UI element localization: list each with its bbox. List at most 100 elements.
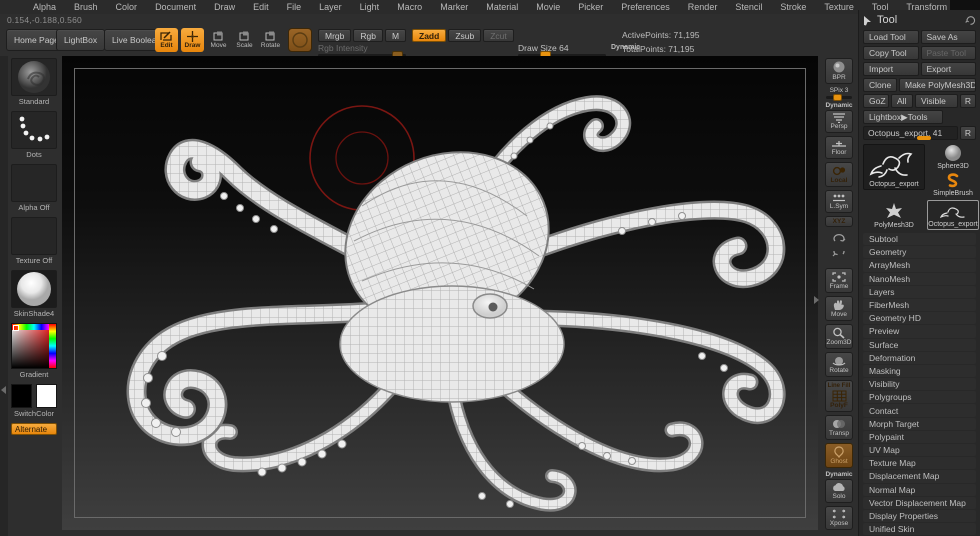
tool-section-item[interactable]: Visibility	[863, 378, 976, 391]
current-stroke[interactable]: Dots	[11, 111, 57, 159]
menu-item[interactable]: Stencil	[726, 1, 771, 13]
xyz-rotation-button[interactable]: XYZ	[825, 216, 853, 227]
left-divider-strip[interactable]	[0, 56, 8, 536]
right-divider-handle[interactable]	[814, 296, 819, 304]
copy-tool-button[interactable]: Copy Tool	[863, 46, 919, 60]
tool-section-item[interactable]: Geometry HD	[863, 312, 976, 325]
load-tool-button[interactable]: Load Tool	[863, 30, 919, 44]
paste-tool-button[interactable]: Paste Tool	[920, 46, 976, 60]
document-canvas[interactable]	[62, 56, 818, 530]
menu-item[interactable]: Material	[477, 1, 527, 13]
tool-section-item[interactable]: Display Properties	[863, 509, 976, 523]
palette-title[interactable]: Tool	[877, 14, 965, 26]
menu-item[interactable]: Picker	[569, 1, 612, 13]
current-alpha[interactable]: Alpha Off	[11, 164, 57, 212]
import-button[interactable]: Import	[863, 62, 919, 76]
lsym-button[interactable]: L.Sym	[825, 190, 853, 213]
tool-section-item[interactable]: Texture Map	[863, 457, 976, 470]
edit-button[interactable]: Edit	[155, 28, 178, 52]
tool-section-item[interactable]: Subtool	[863, 233, 976, 246]
tool-section-item[interactable]: NanoMesh	[863, 272, 976, 285]
xpose-button[interactable]: Xpose	[825, 506, 853, 530]
current-tool-thumbnail[interactable]: Octopus_export	[863, 144, 925, 190]
menu-item[interactable]: Light	[351, 1, 389, 13]
solo-button[interactable]: Solo	[825, 479, 853, 503]
tool-section-item[interactable]: Polypaint	[863, 430, 976, 443]
clone-button[interactable]: Clone	[863, 78, 897, 92]
main-color-swatch[interactable]	[11, 384, 32, 408]
spix-slider[interactable]	[826, 94, 852, 101]
zcut-button[interactable]: Zcut	[483, 29, 514, 42]
tool-item-slider[interactable]: Octopus_export. 41	[863, 126, 958, 140]
lightbox-tools-button[interactable]: Lightbox▶Tools	[863, 110, 943, 124]
z-rotation-button[interactable]	[825, 249, 853, 265]
octopus-export-tool-selected[interactable]: Octopus_export	[927, 200, 979, 230]
palette-cycle-icon[interactable]	[965, 15, 976, 26]
sphere3d-tool[interactable]: Sphere3D	[927, 144, 979, 171]
current-brush[interactable]: Standard	[11, 58, 57, 106]
tool-section-item[interactable]: Preview	[863, 325, 976, 338]
simplebrush-tool[interactable]: SimpleBrush	[927, 173, 979, 198]
tool-section-item[interactable]: Contact	[863, 404, 976, 417]
tool-section-item[interactable]: Surface	[863, 338, 976, 351]
scale-button[interactable]: Scale	[233, 28, 256, 52]
menu-item[interactable]: File	[278, 1, 311, 13]
tool-section-item[interactable]: ArrayMesh	[863, 259, 976, 272]
hue-strip-right[interactable]	[49, 324, 56, 368]
goz-visible-button[interactable]: Visible	[915, 94, 958, 108]
polyf-button[interactable]: Line Fill PolyF	[825, 380, 853, 412]
brush-preview[interactable]	[288, 28, 312, 52]
menu-item[interactable]: Macro	[388, 1, 431, 13]
y-rotation-button[interactable]	[825, 230, 853, 246]
mrgb-button[interactable]: Mrgb	[318, 29, 352, 42]
move-nav-button[interactable]: Move	[825, 296, 853, 321]
zadd-button[interactable]: Zadd	[412, 29, 447, 42]
tool-section-item[interactable]: Normal Map	[863, 483, 976, 496]
menu-item[interactable]: Edit	[244, 1, 278, 13]
m-button[interactable]: M	[384, 29, 407, 42]
menu-item[interactable]: Layer	[310, 1, 351, 13]
make-polymesh3d-button[interactable]: Make PolyMesh3D	[899, 78, 976, 92]
ghost-button[interactable]: Ghost	[825, 443, 853, 468]
rotate-button[interactable]: Rotate	[259, 28, 282, 52]
menu-item[interactable]: Brush	[65, 1, 107, 13]
menu-item[interactable]: Preferences	[612, 1, 679, 13]
goz-all-button[interactable]: All	[891, 94, 913, 108]
tool-section-item[interactable]: FiberMesh	[863, 298, 976, 312]
menu-item[interactable]: Stroke	[771, 1, 815, 13]
goz-button[interactable]: GoZ	[863, 94, 889, 108]
floor-button[interactable]: Floor	[825, 136, 853, 159]
current-material[interactable]: SkinShade4	[11, 270, 57, 318]
tool-section-item[interactable]: Unified Skin	[863, 523, 976, 536]
rotate-nav-button[interactable]: Rotate	[825, 352, 853, 377]
octopus-model[interactable]	[62, 56, 818, 530]
secondary-color-swatch[interactable]	[36, 384, 57, 408]
tool-section-item[interactable]: Masking	[863, 364, 976, 378]
local-button[interactable]: Local	[825, 162, 853, 187]
tool-section-item[interactable]: Vector Displacement Map	[863, 496, 976, 509]
tool-section-item[interactable]: Layers	[863, 285, 976, 298]
menu-item[interactable]: Alpha	[24, 1, 65, 13]
r-button[interactable]: R	[960, 94, 976, 108]
rgb-button[interactable]: Rgb	[353, 29, 383, 42]
alternate-button[interactable]: Alternate	[11, 423, 57, 435]
menu-item[interactable]: Marker	[431, 1, 477, 13]
menu-item[interactable]: Render	[679, 1, 727, 13]
bpr-button[interactable]: BPR	[825, 58, 853, 84]
menu-item[interactable]: Movie	[527, 1, 569, 13]
save-as-button[interactable]: Save As	[920, 30, 976, 44]
tool-section-item[interactable]: Polygroups	[863, 391, 976, 404]
tool-section-item[interactable]: Geometry	[863, 246, 976, 259]
frame-button[interactable]: Frame	[825, 268, 853, 293]
menu-item[interactable]: Draw	[205, 1, 244, 13]
tool-slider-r-button[interactable]: R	[960, 126, 976, 140]
zsub-button[interactable]: Zsub	[448, 29, 482, 42]
polymesh3d-tool[interactable]: PolyMesh3D	[863, 200, 925, 230]
export-button[interactable]: Export	[920, 62, 976, 76]
lightbox-button[interactable]: LightBox	[56, 29, 106, 51]
tool-section-item[interactable]: UV Map	[863, 444, 976, 457]
color-picker[interactable]: Gradient	[11, 323, 57, 379]
menu-item[interactable]: Color	[107, 1, 147, 13]
current-texture[interactable]: Texture Off	[11, 217, 57, 265]
move-button[interactable]: Move	[207, 28, 230, 52]
